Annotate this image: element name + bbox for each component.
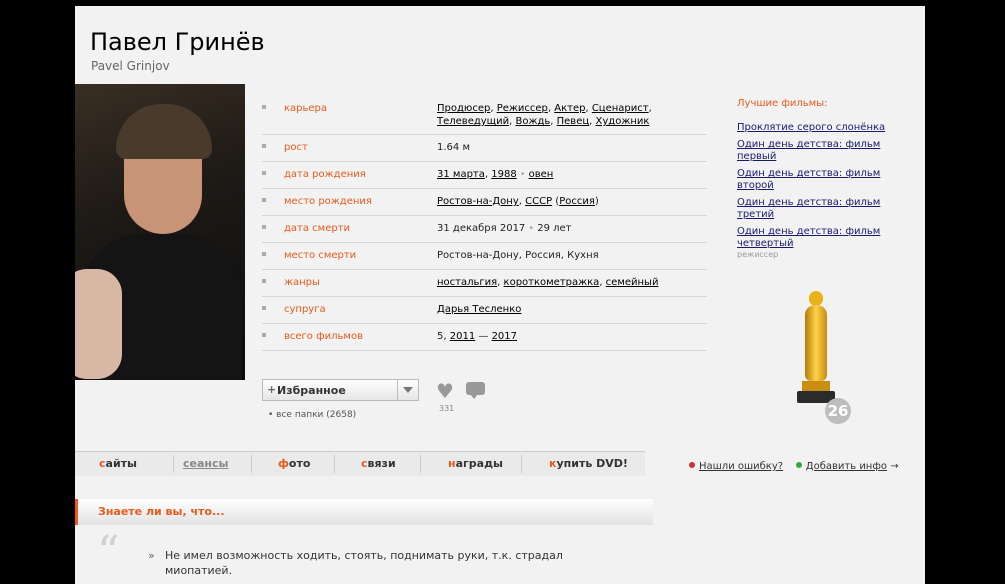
row-total-films: всего фильмов 5, 2011 — 2017 — [262, 324, 707, 351]
person-photo[interactable] — [75, 84, 245, 380]
best-films: Лучшие фильмы: Проклятие серого слонёнка… — [737, 98, 887, 259]
heart-icon[interactable]: ♥ — [436, 379, 454, 403]
tab-awards[interactable]: награды — [448, 457, 503, 470]
best-film-link[interactable]: Один день детства: фильм первый — [737, 139, 887, 163]
films-dash: — — [478, 331, 489, 342]
best-film-link[interactable]: Проклятие серого слонёнка — [737, 122, 887, 134]
best-film-link[interactable]: Один день детства: фильм второй — [737, 168, 887, 192]
films-from-link[interactable]: 2011 — [450, 331, 475, 342]
quote-icon: “ — [97, 527, 120, 578]
add-icon — [795, 462, 802, 468]
career-link[interactable]: Певец — [557, 116, 590, 127]
list-marker: » — [148, 549, 155, 562]
best-film-link[interactable]: Один день детства: фильм четвертый — [737, 226, 887, 250]
career-link[interactable]: Телеведущий — [437, 116, 509, 127]
birth-country-now-link[interactable]: Россия — [559, 196, 595, 207]
person-name: Павел Гринёв — [90, 28, 265, 56]
action-links: Нашли ошибку? Добавить инфо → — [689, 461, 899, 472]
career-link[interactable]: Режиссер — [497, 103, 548, 114]
height-value: 1.64 м — [437, 142, 470, 153]
tab-bar: сайты сеансы фото связи награды купить D… — [75, 451, 645, 476]
death-place-value: Ростов-на-Дону, Россия, Кухня — [437, 250, 599, 261]
row-label: дата смерти — [284, 223, 351, 234]
row-genres: жанры ностальгия, короткометражка, семей… — [262, 270, 707, 297]
plus-icon: + — [267, 383, 277, 396]
row-death-place: место смерти Ростов-на-Дону, Россия, Кух… — [262, 243, 707, 270]
person-original-name: Pavel Grinjov — [91, 59, 170, 73]
row-spouse: супруга Дарья Тесленко — [262, 297, 707, 324]
row-height: рост 1.64 м — [262, 135, 707, 162]
favorites-dropdown[interactable]: + Избранное — [262, 379, 419, 401]
tab-buy-dvd[interactable]: купить DVD! — [549, 457, 628, 470]
genre-link[interactable]: ностальгия — [437, 277, 497, 288]
info-table: карьера Продюсер, Режиссер, Актер, Сцена… — [262, 96, 707, 351]
career-link[interactable]: Художник — [596, 116, 650, 127]
genre-link[interactable]: семейный — [606, 277, 659, 288]
row-label: дата рождения — [284, 169, 366, 180]
row-label: место рождения — [284, 196, 372, 207]
add-info-link[interactable]: Добавить инфо — [806, 461, 887, 472]
film-role: режиссер — [737, 250, 779, 259]
career-link[interactable]: Актер — [554, 103, 585, 114]
awards-count-badge[interactable]: 26 — [825, 398, 851, 424]
did-you-know-header: Знаете ли вы, что... — [75, 499, 653, 525]
career-link[interactable]: Сценарист — [592, 103, 649, 114]
best-film-link[interactable]: Один день детства: фильм третий — [737, 197, 887, 221]
tab-sites[interactable]: сайты — [99, 457, 137, 470]
spouse-link[interactable]: Дарья Тесленко — [437, 304, 521, 315]
tab-showtimes[interactable]: сеансы — [183, 457, 228, 470]
favorites-label: Избранное — [277, 384, 346, 397]
row-birth-date: дата рождения 31 марта, 1988 • овен — [262, 162, 707, 189]
best-films-title: Лучшие фильмы: — [737, 98, 828, 109]
error-icon — [689, 462, 695, 468]
did-you-know-title: Знаете ли вы, что... — [98, 505, 225, 518]
tab-links[interactable]: связи — [361, 457, 396, 470]
row-label: рост — [284, 142, 308, 153]
comment-icon[interactable] — [466, 382, 485, 399]
chevron-down-icon[interactable] — [397, 380, 418, 400]
likes-count: 331 — [439, 404, 455, 413]
birth-country-link[interactable]: СССР — [525, 196, 552, 207]
birth-city-link[interactable]: Ростов-на-Дону — [437, 196, 519, 207]
birth-day-link[interactable]: 31 марта — [437, 169, 485, 180]
row-birth-place: место рождения Ростов-на-Дону, СССР (Рос… — [262, 189, 707, 216]
zodiac-link[interactable]: овен — [529, 169, 554, 180]
death-date-value: 31 декабря 2017 — [437, 223, 526, 234]
career-list: Продюсер, Режиссер, Актер, Сценарист, Те… — [437, 103, 652, 127]
row-career: карьера Продюсер, Режиссер, Актер, Сцена… — [262, 96, 707, 135]
age-value: 29 лет — [537, 223, 572, 234]
person-page: Павел Гринёв Pavel Grinjov карьера Продю… — [75, 6, 925, 584]
row-label: жанры — [284, 277, 320, 288]
row-label: всего фильмов — [284, 331, 363, 342]
row-label: супруга — [284, 304, 326, 315]
fact-item: » Не имел возможность ходить, стоять, по… — [148, 548, 568, 578]
birth-year-link[interactable]: 1988 — [491, 169, 516, 180]
row-label: карьера — [284, 103, 328, 114]
all-folders-link[interactable]: • все папки (2658) — [268, 410, 356, 420]
tab-photo[interactable]: фото — [278, 457, 310, 470]
report-error-link[interactable]: Нашли ошибку? — [699, 461, 783, 472]
row-label: место смерти — [284, 250, 357, 261]
films-to-link[interactable]: 2017 — [492, 331, 517, 342]
career-link[interactable]: Продюсер — [437, 103, 490, 114]
genre-link[interactable]: короткометражка — [504, 277, 600, 288]
arrow-right-icon: → — [890, 461, 899, 472]
fact-text: Не имел возможность ходить, стоять, подн… — [165, 549, 563, 577]
row-death-date: дата смерти 31 декабря 2017 • 29 лет — [262, 216, 707, 243]
films-count: 5 — [437, 331, 444, 342]
career-link[interactable]: Вождь — [515, 116, 550, 127]
